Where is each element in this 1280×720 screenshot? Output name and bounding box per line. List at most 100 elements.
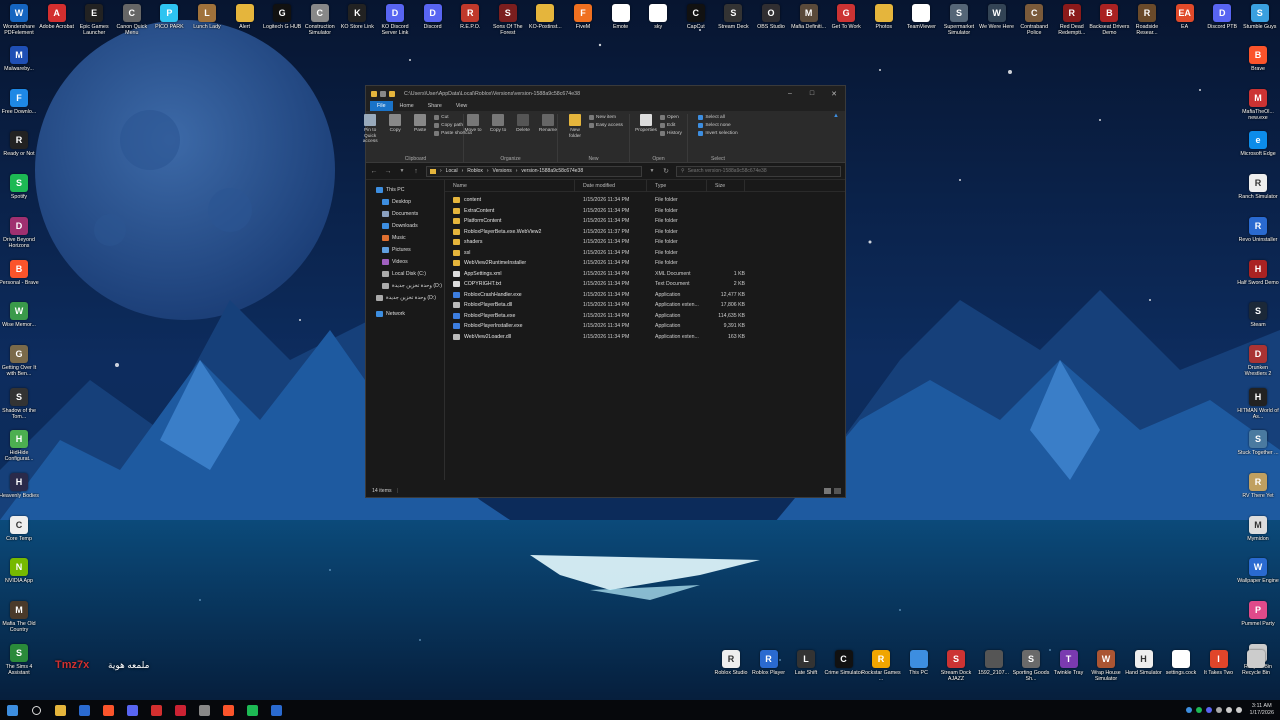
nav-item-music[interactable]: Music [366, 232, 444, 244]
desktop-icon-wondershare-pdfelement[interactable]: W Wondershare PDFelement [0, 4, 38, 46]
column-size[interactable]: Size [707, 179, 745, 192]
details-view-icon[interactable] [824, 488, 831, 494]
desktop-icon-epic-games-launcher[interactable]: E Epic Games Launcher [75, 4, 113, 46]
desktop-icon-personal-brave[interactable]: B Personal - Brave [0, 259, 39, 302]
desktop-icon-ea[interactable]: EA EA [1166, 4, 1204, 46]
title-bar[interactable]: C:\Users\User\AppData\Local\Roblox\Versi… [366, 86, 845, 101]
desktop-icon-stream-deck[interactable]: S Stream Deck [714, 4, 752, 46]
desktop-icon-drive-beyond-horizons[interactable]: D Drive Beyond Horizons [0, 216, 38, 259]
properties-button[interactable]: Properties [635, 114, 657, 134]
taskbar-spotify-button[interactable] [240, 700, 264, 720]
address-bar[interactable]: › Local › Roblox › Versions › version-15… [426, 165, 642, 177]
file-row[interactable]: COPYRIGHT.txt 1/15/2026 11:34 PM Text Docu… [445, 279, 845, 290]
desktop-icon-recycle-bin[interactable]: Recycle Bin [1237, 650, 1275, 692]
desktop-icon-lunch-lady[interactable]: L Lunch Lady [188, 4, 226, 46]
column-name[interactable]: Name [445, 179, 575, 192]
network-icon[interactable] [1225, 707, 1232, 713]
clock[interactable]: 3:11 AM 1/17/2026 [1250, 703, 1274, 717]
easy-access-button[interactable]: Easy access [589, 123, 623, 128]
file-row[interactable]: WebView2RuntimeInstaller 1/15/2026 11:34 … [445, 258, 845, 269]
desktop-icon-get-to-work[interactable]: G Get To Work [827, 4, 865, 46]
desktop-icon-backseat-drivers-demo[interactable]: B Backseat Drivers Demo [1089, 4, 1129, 46]
desktop-icon-roadside-resear[interactable]: R Roadside Resear... [1128, 4, 1166, 46]
nav-item-local-disk-c[interactable]: Local Disk (C:) [366, 268, 444, 280]
file-row[interactable]: RobloxCrashHandler.exe 1/15/2026 11:34 PM… [445, 290, 845, 301]
taskbar-roblox-button[interactable] [264, 700, 288, 720]
desktop-icon-discord[interactable]: D Discord [414, 4, 452, 46]
column-date-modified[interactable]: Date modified [575, 179, 647, 192]
file-row[interactable]: RobloxPlayerInstaller.exe 1/15/2026 11:34… [445, 321, 845, 332]
select-none-button[interactable]: Select none [698, 123, 737, 128]
desktop-icon-discord-ptb[interactable]: D Discord PTB [1203, 4, 1241, 46]
desktop-icon-pico-park[interactable]: P PICO PARK [150, 4, 188, 46]
desktop-icon-core-temp[interactable]: C Core Temp [0, 515, 38, 558]
copy-button[interactable]: Copy [384, 114, 406, 134]
tray-app-icon[interactable] [1205, 707, 1212, 713]
desktop-icon-roblox-studio[interactable]: R Roblox Studio [712, 650, 750, 692]
desktop-icon-capcut[interactable]: C CapCut [677, 4, 715, 46]
desktop-icon-it-takes-two[interactable]: I It Takes Two [1200, 650, 1238, 692]
desktop-icon-emote[interactable]: Emote [602, 4, 640, 46]
desktop-icon-mafia-definiti[interactable]: M Mafia Definiti... [790, 4, 828, 46]
desktop-icon-canon-quick-menu[interactable]: C Canon Quick Menu [113, 4, 151, 46]
desktop-icon-contraband-police[interactable]: C Contraband Police [1015, 4, 1053, 46]
maximize-button[interactable]: □ [801, 86, 823, 101]
breadcrumb-roblox[interactable]: Roblox [467, 168, 483, 174]
nav-item-pictures[interactable]: Pictures [366, 244, 444, 256]
file-explorer-window[interactable]: C:\Users\User\AppData\Local\Roblox\Versi… [363, 85, 846, 498]
select-all-button[interactable]: Select all [698, 115, 737, 120]
desktop-icon-hitman-world-of-as[interactable]: H HITMAN World of As... [1237, 387, 1279, 430]
nav-item-network[interactable]: Network [366, 308, 444, 320]
new-item-button[interactable]: New item [589, 115, 623, 120]
desktop-icon-late-shift[interactable]: L Late Shift [787, 650, 825, 692]
file-row[interactable]: RobloxPlayerBeta.dll 1/15/2026 11:34 PM Ap… [445, 300, 845, 311]
tray-app-icon[interactable] [1185, 707, 1192, 713]
desktop-icon-rockstar-games[interactable]: R Rockstar Games ... [861, 650, 901, 692]
desktop-icon-rv-there-yet[interactable]: R RV There Yet [1238, 473, 1278, 515]
forward-arrow-icon[interactable]: → [384, 168, 392, 175]
desktop-icon-mafiatheol-new-exe[interactable]: M MafiaTheOl... new.exe [1238, 88, 1278, 131]
tab-share[interactable]: Share [421, 101, 449, 111]
breadcrumb-version-folder[interactable]: version-1588a9c58c674e38 [521, 168, 583, 174]
desktop-icon-shadow-of-the-tom[interactable]: S Shadow of the Tom... [0, 387, 38, 430]
desktop-icon-teamviewer[interactable]: TeamViewer [902, 4, 940, 46]
edit-button[interactable]: Edit [660, 123, 682, 128]
desktop-icon-sons-of-the-forest[interactable]: S Sons Of The Forest [489, 4, 527, 46]
column-type[interactable]: Type [647, 179, 707, 192]
desktop-icon-wrap-house-simulator[interactable]: W Wrap House Simulator [1087, 650, 1125, 692]
desktop-icon-drunken-wrestlers-2[interactable]: D Drunken Wrestlers 2 [1238, 344, 1278, 387]
file-row[interactable]: WebView2Loader.dll 1/15/2026 11:34 PM Appl… [445, 332, 845, 343]
desktop-icon-hand-simulator[interactable]: H Hand Simulator [1125, 650, 1163, 692]
desktop-icon-supermarket-simulator[interactable]: S Supermarket Simulator [940, 4, 978, 46]
rename-button[interactable]: Rename [537, 114, 559, 134]
desktop-icon-free-downlo[interactable]: F Free Downlo... [0, 88, 38, 131]
copy-to-button[interactable]: Copy to [487, 114, 509, 134]
desktop-icon-we-were-here[interactable]: W We Were Here [978, 4, 1016, 46]
minimize-button[interactable]: – [779, 86, 801, 101]
up-arrow-icon[interactable]: ↑ [412, 168, 420, 175]
invert-selection-button[interactable]: Invert selection [698, 131, 738, 136]
desktop-icon-roblox-player[interactable]: R Roblox Player [750, 650, 788, 692]
delete-button[interactable]: Delete [512, 114, 534, 134]
address-dropdown-icon[interactable]: ▼ [648, 168, 656, 174]
desktop-icon-revo-uninstaller[interactable]: R Revo Uninstaller [1238, 216, 1278, 259]
desktop-icon-adobe-acrobat[interactable]: A Adobe Acrobat [38, 4, 76, 46]
desktop-icon-photos[interactable]: Photos [865, 4, 903, 46]
file-row[interactable]: PlatformContent 1/15/2026 11:34 PM File fo… [445, 216, 845, 227]
taskbar-discord-button[interactable] [120, 700, 144, 720]
desktop-icon-1592-2107[interactable]: 1592_2107... [975, 650, 1013, 692]
taskbar-adobe-button[interactable] [144, 700, 168, 720]
desktop-icon-fivem[interactable]: F FiveM [564, 4, 602, 46]
taskbar-file-explorer-button[interactable] [48, 700, 72, 720]
desktop-icon-stream-dock-ajazz[interactable]: S Stream Dock AJAZZ [937, 650, 975, 692]
desktop-icon-nvidia-app[interactable]: N NVIDIA App [0, 558, 38, 600]
nav-item-downloads[interactable]: Downloads [366, 220, 444, 232]
desktop-icon-hidhide-configurat[interactable]: H HidHide Configurat... [0, 430, 38, 472]
desktop-icon-this-pc[interactable]: This PC [900, 650, 938, 692]
nav-item-d[interactable]: وحدة تخزين جديدة (D:) [366, 292, 444, 304]
desktop-icon-wise-memor[interactable]: W Wise Memor... [0, 302, 38, 344]
desktop-icon-getting-over-it-with-ben[interactable]: G Getting Over It with Ben... [0, 344, 38, 387]
desktop-icon-ranch-simulator[interactable]: R Ranch Simulator [1238, 174, 1278, 216]
file-row[interactable]: AppSettings.xml 1/15/2026 11:34 PM XML Doc… [445, 269, 845, 280]
new-folder-button[interactable]: New folder [564, 114, 586, 139]
